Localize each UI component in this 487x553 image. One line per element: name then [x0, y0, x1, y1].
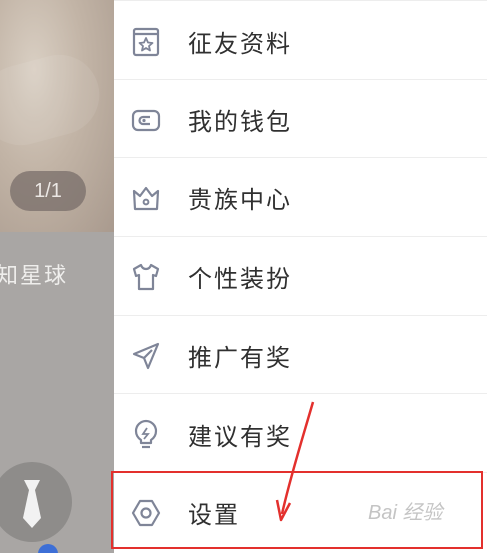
- watermark: Bai 经验: [368, 502, 443, 524]
- menu-divider: [114, 315, 487, 316]
- notification-dot: [38, 544, 58, 553]
- menu-item-label: 贵族中心: [188, 186, 292, 214]
- menu-item-label: 建议有奖: [188, 423, 292, 451]
- menu-item-label: 个性装扮: [188, 265, 292, 293]
- menu-item-label: 推广有奖: [188, 344, 292, 372]
- menu-item-vip-center[interactable]: 贵族中心: [114, 159, 487, 236]
- tie-icon: [23, 480, 41, 528]
- tie-avatar[interactable]: [0, 462, 72, 542]
- menu-item-label: 我的钱包: [188, 108, 292, 136]
- tshirt-icon: [132, 263, 160, 290]
- lightbulb-icon: [134, 419, 158, 448]
- background-profile-panel: 1/1 知星球: [0, 0, 114, 553]
- profile-star-icon: [132, 27, 160, 56]
- menu-divider: [114, 79, 487, 80]
- menu-item-label: 征友资料: [188, 30, 292, 58]
- photo-page-counter: 1/1: [10, 171, 86, 211]
- paper-plane-icon: [132, 342, 160, 369]
- wallet-icon: [131, 109, 161, 131]
- menu-item-suggestion[interactable]: 建议有奖: [114, 396, 487, 473]
- menu-top-divider: [114, 0, 487, 1]
- menu-item-profile[interactable]: 征友资料: [114, 3, 487, 80]
- menu-divider: [114, 393, 487, 394]
- menu-item-promotion[interactable]: 推广有奖: [114, 317, 487, 394]
- menu-divider: [114, 236, 487, 237]
- menu-item-dress-up[interactable]: 个性装扮: [114, 238, 487, 315]
- crown-icon: [132, 186, 160, 210]
- planet-label: 知星球: [0, 264, 69, 289]
- menu-divider: [114, 157, 487, 158]
- menu-item-wallet[interactable]: 我的钱包: [114, 81, 487, 158]
